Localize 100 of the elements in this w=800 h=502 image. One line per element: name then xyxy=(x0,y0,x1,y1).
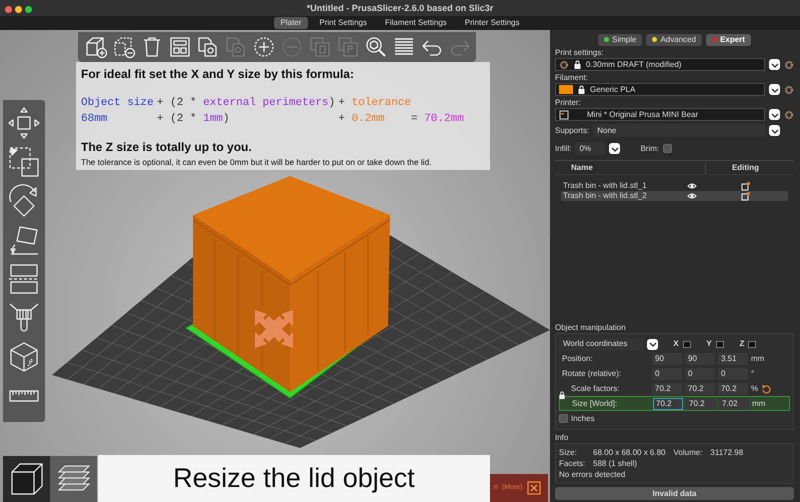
close-icon[interactable] xyxy=(526,481,541,495)
layout-grid-icon[interactable] xyxy=(168,35,192,59)
infill-combo[interactable]: 0% xyxy=(575,142,606,155)
formula-term: + xyxy=(338,113,346,125)
minimize-window-icon[interactable] xyxy=(15,6,22,13)
axis-label: Z xyxy=(740,338,744,350)
lock-icon xyxy=(573,60,582,70)
zoom-window-icon[interactable] xyxy=(25,6,32,13)
number-field[interactable]: 70.2 xyxy=(685,382,715,394)
number-field[interactable]: 70.2 xyxy=(653,398,683,410)
axis-label: Y xyxy=(706,338,712,350)
mode-button[interactable]: Expert xyxy=(706,34,751,46)
window-title: *Untitled - PrusaSlicer-2.6.0 based on Slic3r xyxy=(306,3,494,13)
number-field[interactable]: 70.2 xyxy=(652,382,682,394)
close-window-icon[interactable] xyxy=(5,6,12,13)
supports-combo[interactable]: None xyxy=(593,124,765,137)
gear-icon[interactable] xyxy=(784,110,794,120)
field-label: Rotate (relative): xyxy=(561,368,622,380)
number-field[interactable]: 3.51 xyxy=(718,352,748,364)
info-label: Size: xyxy=(559,447,578,458)
invalid-data-button[interactable]: Invalid data xyxy=(555,487,794,500)
info-label: Facets: xyxy=(559,458,585,469)
reset-arrow-icon[interactable] xyxy=(761,384,772,394)
scale-boxes-icon[interactable] xyxy=(7,144,41,178)
preset-combo[interactable]: Generic PLA xyxy=(555,83,765,96)
tab[interactable]: Filament Settings xyxy=(378,17,454,29)
cube-plus-icon[interactable] xyxy=(84,35,108,59)
unit-label: mm xyxy=(752,398,766,410)
gear-icon[interactable] xyxy=(784,84,794,94)
preset-combo[interactable]: 0.30mm DRAFT (modified) xyxy=(555,58,765,71)
formula-term: 68mm xyxy=(81,113,108,125)
number-field[interactable]: 7.02 xyxy=(719,398,749,410)
formula-term: 1mm xyxy=(203,113,223,125)
combo-value: 0% xyxy=(579,142,592,154)
formula-term: + xyxy=(338,97,346,109)
number-field[interactable]: 90 xyxy=(685,352,715,364)
tab[interactable]: Print Settings xyxy=(312,17,374,29)
formula-term: + (2 * xyxy=(156,97,197,109)
field-label: Printer: xyxy=(555,98,582,108)
eye-icon[interactable] xyxy=(687,182,697,190)
tab[interactable]: Printer Settings xyxy=(458,17,526,29)
field-label: Size [World]: xyxy=(571,398,618,410)
axis-label: X xyxy=(673,338,679,350)
field-label: Filament: xyxy=(555,73,589,83)
number-field[interactable]: 90 xyxy=(652,352,682,364)
section-title: Info xyxy=(555,432,570,443)
formula-term: = xyxy=(411,113,418,125)
section-title: Object manipulation xyxy=(555,322,627,333)
combo-value: None xyxy=(597,124,616,136)
cube-minus-icon[interactable] xyxy=(112,35,136,59)
number-field[interactable]: 0 xyxy=(652,368,682,380)
circle-plus-icon[interactable] xyxy=(252,35,276,59)
field-label: Inches xyxy=(571,412,595,424)
formula-term: 70.2mm xyxy=(424,113,464,125)
edit-icon[interactable] xyxy=(741,191,751,201)
hint-note: The tolerance is optional, it can even be 0mm but it will be harder to put on or take down the lid. xyxy=(81,156,433,168)
info-value: 31172.98 xyxy=(710,447,744,458)
unit-label: ° xyxy=(751,368,754,380)
preset-value: Mini * Original Prusa MINI Bear xyxy=(587,108,698,120)
object-row[interactable]: Trash bin - with lid.stl_2 xyxy=(561,191,788,201)
gear-icon[interactable] xyxy=(784,60,794,70)
number-field[interactable]: 70.2 xyxy=(718,382,748,394)
formula-term: 0.2mm xyxy=(352,113,385,125)
view-button[interactable] xyxy=(3,456,50,502)
info-label: Volume: xyxy=(674,447,702,458)
number-field[interactable]: 70.2 xyxy=(686,398,716,410)
lock-icon[interactable] xyxy=(558,391,566,400)
unit-label: mm xyxy=(751,352,764,364)
hint-subheading: The Z size is totally up to you. xyxy=(81,139,253,156)
column-header: Name xyxy=(570,162,594,174)
edit-icon[interactable] xyxy=(741,181,751,191)
preset-combo[interactable]: Mini * Original Prusa MINI Bear xyxy=(555,108,765,121)
mode-button[interactable]: Simple xyxy=(598,34,642,46)
eye-icon[interactable] xyxy=(687,192,697,200)
number-field[interactable]: 0 xyxy=(718,368,748,380)
formula-term: ) xyxy=(328,97,336,109)
paint-brush-icon[interactable] xyxy=(7,300,41,334)
unit-label: % xyxy=(751,382,758,394)
axis-swatch-icon xyxy=(748,340,756,348)
printer-icon xyxy=(559,110,569,120)
number-field[interactable]: 0 xyxy=(685,368,715,380)
info-value: 588 (1 shell) xyxy=(593,458,638,469)
inches-checkbox[interactable] xyxy=(559,414,568,423)
status-text: No errors detected xyxy=(559,469,626,480)
field-label: Infill: xyxy=(555,142,572,154)
move-arrows-icon[interactable] xyxy=(7,106,41,140)
tab[interactable]: Plater xyxy=(274,17,308,29)
axis-swatch-icon xyxy=(716,340,724,348)
coordinates-combo[interactable]: World coordinates xyxy=(559,338,644,350)
formula-term: ) xyxy=(222,113,230,125)
search-icon[interactable] xyxy=(364,35,388,59)
combo-value: World coordinates xyxy=(563,338,628,350)
field-label: Position: xyxy=(561,352,594,364)
caption: Resize the lid object xyxy=(98,455,490,502)
formula-term: external perimeters xyxy=(203,97,329,109)
mode-button[interactable]: Advanced xyxy=(646,34,702,46)
object-row[interactable]: Trash bin - with lid.stl_1 xyxy=(561,181,788,191)
brim-checkbox[interactable] xyxy=(663,144,672,153)
lock-icon xyxy=(577,84,586,94)
hint-heading: For ideal fit set the X and Y size by this formula: xyxy=(81,66,355,83)
